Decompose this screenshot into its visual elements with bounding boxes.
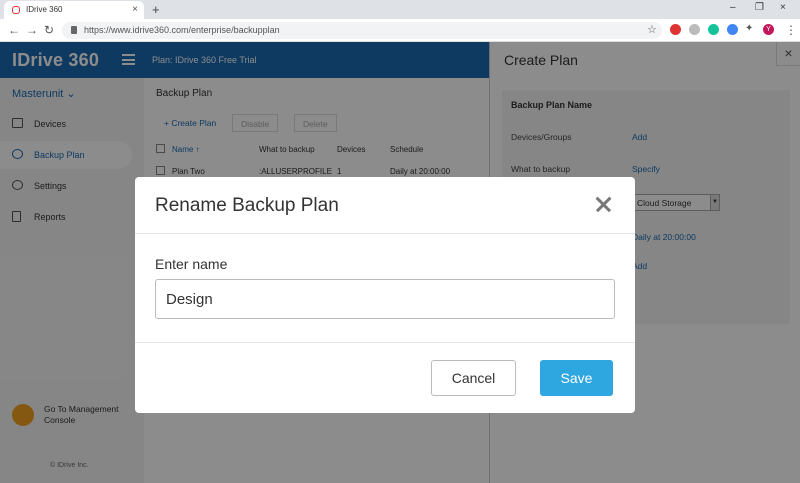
save-button[interactable]: Save: [540, 360, 613, 396]
extension-blue-icon[interactable]: [727, 24, 738, 35]
lock-icon: [71, 26, 77, 34]
rename-modal: Rename Backup Plan Enter name Cancel Sav…: [135, 177, 635, 413]
extension-gray-icon[interactable]: [689, 24, 700, 35]
window-close-button[interactable]: ×: [780, 2, 786, 13]
bookmark-star-icon[interactable]: ☆: [647, 23, 657, 36]
browser-tab-strip: IDrive 360 × + – ❐ ×: [0, 0, 800, 19]
forward-arrow-icon[interactable]: →: [26, 23, 38, 37]
extensions-puzzle-icon[interactable]: ✦: [745, 23, 753, 34]
new-tab-button[interactable]: +: [152, 2, 160, 17]
modal-title: Rename Backup Plan: [155, 195, 339, 216]
modal-footer-divider: [135, 342, 635, 343]
modal-header: Rename Backup Plan: [135, 177, 635, 234]
browser-tab[interactable]: IDrive 360 ×: [4, 1, 144, 19]
name-field-label: Enter name: [155, 256, 228, 272]
browser-tab-title: IDrive 360: [26, 5, 63, 14]
maximize-button[interactable]: ❐: [755, 2, 764, 13]
extension-abp-icon[interactable]: [670, 24, 681, 35]
address-bar-row: ← → ↻ https://www.idrive360.com/enterpri…: [0, 19, 800, 42]
tab-close-icon[interactable]: ×: [132, 4, 138, 15]
url-text: https://www.idrive360.com/enterprise/bac…: [84, 25, 280, 35]
name-input[interactable]: [155, 279, 615, 319]
close-icon[interactable]: [593, 194, 613, 214]
url-field[interactable]: https://www.idrive360.com/enterprise/bac…: [62, 22, 662, 39]
reload-icon[interactable]: ↻: [44, 23, 54, 37]
back-arrow-icon[interactable]: ←: [8, 23, 20, 37]
idrive-favicon-icon: [12, 6, 20, 14]
profile-avatar[interactable]: Y: [763, 24, 774, 35]
minimize-button[interactable]: –: [730, 2, 736, 13]
browser-menu-icon[interactable]: ⋮: [785, 23, 797, 37]
cancel-button[interactable]: Cancel: [431, 360, 516, 396]
grammarly-icon[interactable]: [708, 24, 719, 35]
